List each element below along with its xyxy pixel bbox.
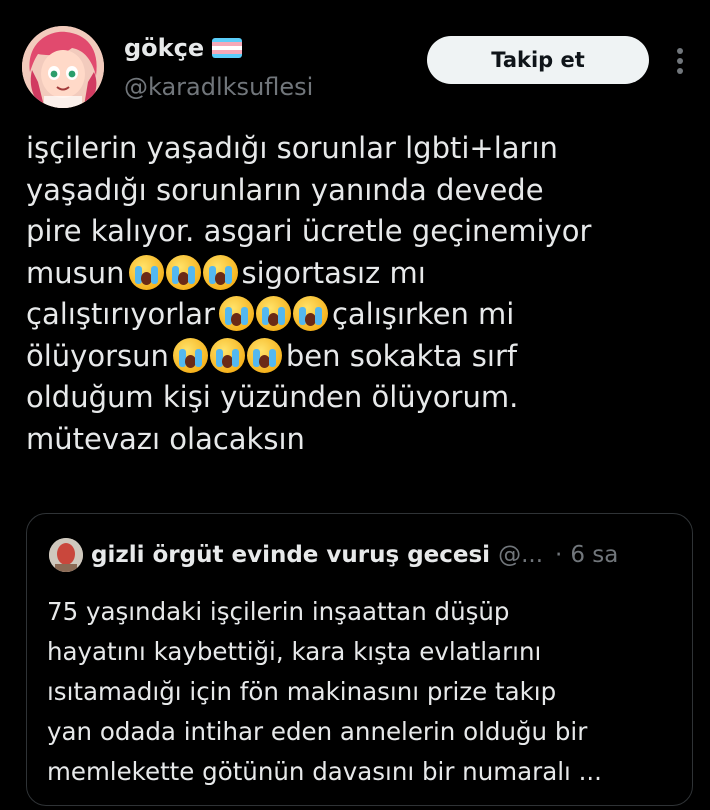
tweet-line: musun sigortasız mı [26, 254, 426, 290]
quoted-line: hayatını kaybettiği, kara kışta evlatlar… [47, 637, 542, 666]
quoted-author-name[interactable]: gizli örgüt evinde vuruş gecesi [91, 542, 490, 568]
tweet-line: pire kalıyor. asgari ücretle geçinemiyor [26, 214, 592, 248]
tweet-header: gökçe @karadlksuflesi Takip et [0, 0, 710, 120]
loudly-crying-face-icon [172, 337, 282, 373]
quoted-line: 75 yaşındaki işçilerin inşaattan düşüp [47, 597, 510, 626]
author-display-name[interactable]: gökçe [124, 34, 204, 62]
author-avatar[interactable] [22, 26, 104, 108]
author-handle[interactable]: @karadlksuflesi [124, 73, 313, 101]
quoted-tweet-header: gizli örgüt evinde vuruş gecesi @... · 6… [49, 538, 618, 572]
separator-dot: · [555, 542, 563, 568]
tweet-line: işçilerin yaşadığı sorunlar lgbti+ların [26, 131, 558, 165]
quoted-author-avatar[interactable] [49, 538, 83, 572]
follow-button[interactable]: Takip et [427, 36, 649, 84]
loudly-crying-face-icon [218, 296, 328, 331]
tweet-line: mütevazı olacaksın [26, 421, 305, 456]
transgender-flag-icon [212, 38, 243, 58]
quoted-line: memlekette götünün davasını bir numaralı… [47, 757, 602, 786]
quoted-tweet-time[interactable]: 6 sa [570, 542, 618, 568]
tweet-line: olduğum kişi yüzünden ölüyorum. [26, 380, 519, 414]
tweet-body: işçilerin yaşadığı sorunlar lgbti+ların … [26, 128, 686, 460]
quoted-author-handle[interactable]: @... [498, 542, 543, 568]
quoted-line: yan odada intihar eden annelerin olduğu … [47, 717, 588, 746]
loudly-crying-face-icon [128, 254, 238, 290]
quoted-tweet-body: 75 yaşındaki işçilerin inşaattan düşüp h… [47, 592, 677, 792]
more-vertical-icon[interactable] [668, 44, 692, 78]
quoted-tweet-card[interactable]: gizli örgüt evinde vuruş gecesi @... · 6… [26, 513, 693, 806]
tweet-line: ölüyorsun ben sokakta sırf [26, 337, 518, 373]
tweet-line: çalıştırıyorlar çalışırken mi [26, 296, 515, 331]
tweet-line: yaşadığı sorunların yanında devede [26, 172, 544, 207]
quoted-line: ısıtamadığı için fön makinasını prize ta… [47, 677, 557, 706]
author-name-row: gökçe [124, 34, 243, 62]
